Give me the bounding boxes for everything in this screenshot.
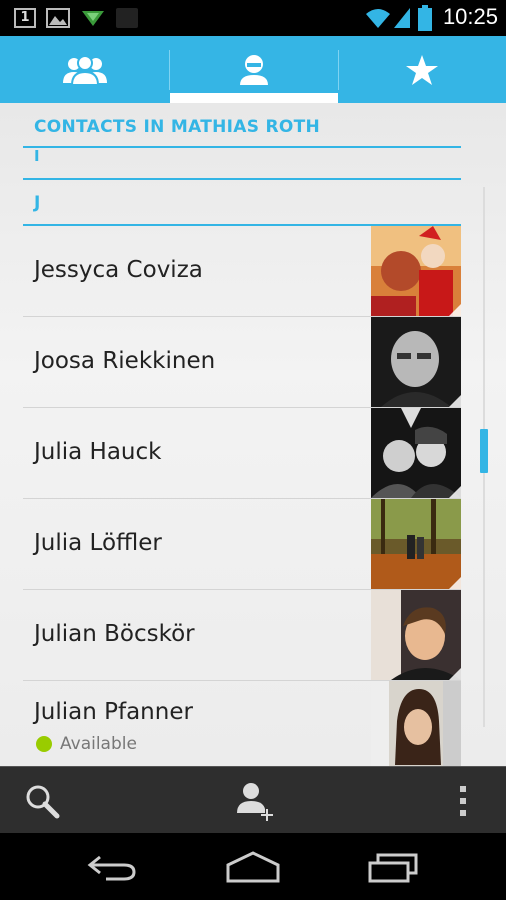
- app-notification-icon: [116, 8, 138, 28]
- contact-name: Julian Pfanner: [34, 699, 193, 725]
- contact-photo[interactable]: [371, 408, 461, 498]
- contact-row[interactable]: Julian Pfanner Available: [23, 681, 461, 766]
- contact-name: Julian Böcskör: [34, 621, 195, 647]
- contact-row[interactable]: Jessyca Coviza: [23, 226, 461, 317]
- status-bar: 1 10:25: [0, 0, 506, 36]
- selected-tab-indicator: [170, 93, 338, 103]
- recent-apps-button[interactable]: [368, 851, 420, 887]
- tab-groups[interactable]: [0, 36, 170, 103]
- notification-count-icon: 1: [14, 8, 36, 28]
- quick-contact-corner: [449, 304, 461, 316]
- add-contact-button[interactable]: [210, 767, 300, 834]
- contact-photo[interactable]: [371, 590, 461, 680]
- search-icon: [26, 785, 60, 818]
- recent-apps-icon: [368, 853, 418, 883]
- download-notification-icon: [80, 8, 106, 28]
- overflow-menu-button[interactable]: [430, 767, 496, 834]
- quick-contact-corner: [449, 395, 461, 407]
- battery-icon: [418, 5, 432, 31]
- wifi-icon: [364, 6, 392, 30]
- contact-name: Julia Löffler: [34, 530, 162, 556]
- presence-label: Available: [60, 734, 137, 754]
- contact-row[interactable]: Julia Hauck: [23, 408, 461, 499]
- tab-favorites[interactable]: [338, 36, 506, 103]
- groups-icon: [63, 54, 107, 85]
- contact-name: Julia Hauck: [34, 439, 162, 465]
- section-header-j: J: [34, 193, 41, 213]
- navigation-bar: [0, 833, 506, 900]
- star-icon: [406, 54, 438, 85]
- person-icon: [240, 54, 268, 85]
- home-button[interactable]: [226, 851, 280, 887]
- back-button[interactable]: [86, 851, 138, 887]
- contact-list[interactable]: CONTACTS IN MATHIAS ROTH I J Jessyca Cov…: [0, 103, 506, 766]
- section-divider: [23, 178, 461, 180]
- contact-row[interactable]: Julian Böcskör: [23, 590, 461, 681]
- gallery-notification-icon: [46, 8, 70, 28]
- available-dot-icon: [36, 736, 52, 752]
- quick-contact-corner: [449, 486, 461, 498]
- scroll-thumb[interactable]: [480, 429, 488, 473]
- back-icon: [87, 855, 136, 881]
- clock: 10:25: [442, 4, 498, 29]
- add-contact-icon: [237, 782, 273, 821]
- quick-contact-corner: [449, 668, 461, 680]
- tab-bar: [0, 36, 506, 103]
- quick-contact-corner: [449, 577, 461, 589]
- section-header-i: I: [34, 147, 40, 165]
- overflow-menu-icon: [460, 785, 466, 816]
- contact-row[interactable]: Joosa Riekkinen: [23, 317, 461, 408]
- contact-photo[interactable]: [371, 681, 461, 766]
- home-icon: [226, 851, 280, 883]
- search-button[interactable]: [0, 767, 84, 834]
- bottom-action-bar: [0, 766, 506, 833]
- signal-icon: [392, 6, 412, 30]
- contact-photo[interactable]: [371, 317, 461, 407]
- section-divider: [23, 146, 461, 148]
- contact-photo[interactable]: [371, 499, 461, 589]
- contact-name: Joosa Riekkinen: [34, 348, 216, 374]
- contact-name: Jessyca Coviza: [34, 257, 203, 283]
- contact-photo[interactable]: [371, 226, 461, 316]
- account-header: CONTACTS IN MATHIAS ROTH: [34, 117, 321, 137]
- presence-status: Available: [36, 734, 137, 754]
- contact-row[interactable]: Julia Löffler: [23, 499, 461, 590]
